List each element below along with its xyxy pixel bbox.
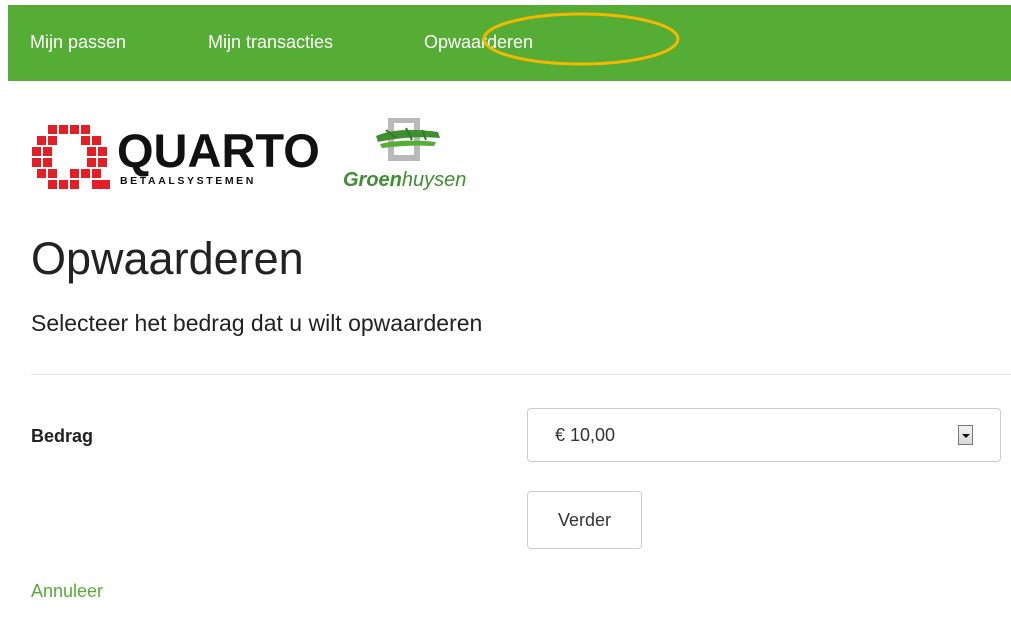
top-navigation-bar: Mijn passen Mijn transacties Opwaarderen — [8, 5, 1011, 81]
nav-item-mijn-transacties[interactable]: Mijn transacties — [208, 31, 333, 53]
page-title: Opwaarderen — [31, 233, 304, 284]
groenhuysen-wordmark-part2: huysen — [401, 169, 467, 191]
continue-button[interactable]: Verder — [527, 491, 642, 549]
dropdown-arrow-icon[interactable] — [958, 425, 973, 445]
groenhuysen-wordmark-part1: Groen — [343, 169, 402, 191]
groenhuysen-logo-mark-icon — [376, 118, 440, 161]
amount-select[interactable]: € 10,00 — [527, 408, 1001, 462]
amount-label: Bedrag — [31, 426, 94, 446]
quarto-logo-tagline: BETAALSYSTEMEN — [120, 175, 256, 187]
groenhuysen-logo: Groenhuysen — [340, 118, 490, 202]
nav-item-opwaarderen[interactable]: Opwaarderen — [424, 31, 533, 53]
quarto-logo-wordmark: QUARTO — [117, 124, 320, 177]
amount-selected-value: € 10,00 — [555, 425, 616, 445]
quarto-logo: QUARTO BETAALSYSTEMEN — [32, 125, 320, 195]
section-divider — [31, 374, 1011, 375]
nav-item-mijn-passen[interactable]: Mijn passen — [30, 31, 126, 53]
page-subtitle: Selecteer het bedrag dat u wilt opwaarde… — [31, 310, 483, 336]
quarto-logo-mark-icon — [32, 125, 110, 189]
groenhuysen-logo-wordmark: Groenhuysen — [343, 168, 466, 192]
cancel-link[interactable]: Annuleer — [31, 580, 103, 602]
